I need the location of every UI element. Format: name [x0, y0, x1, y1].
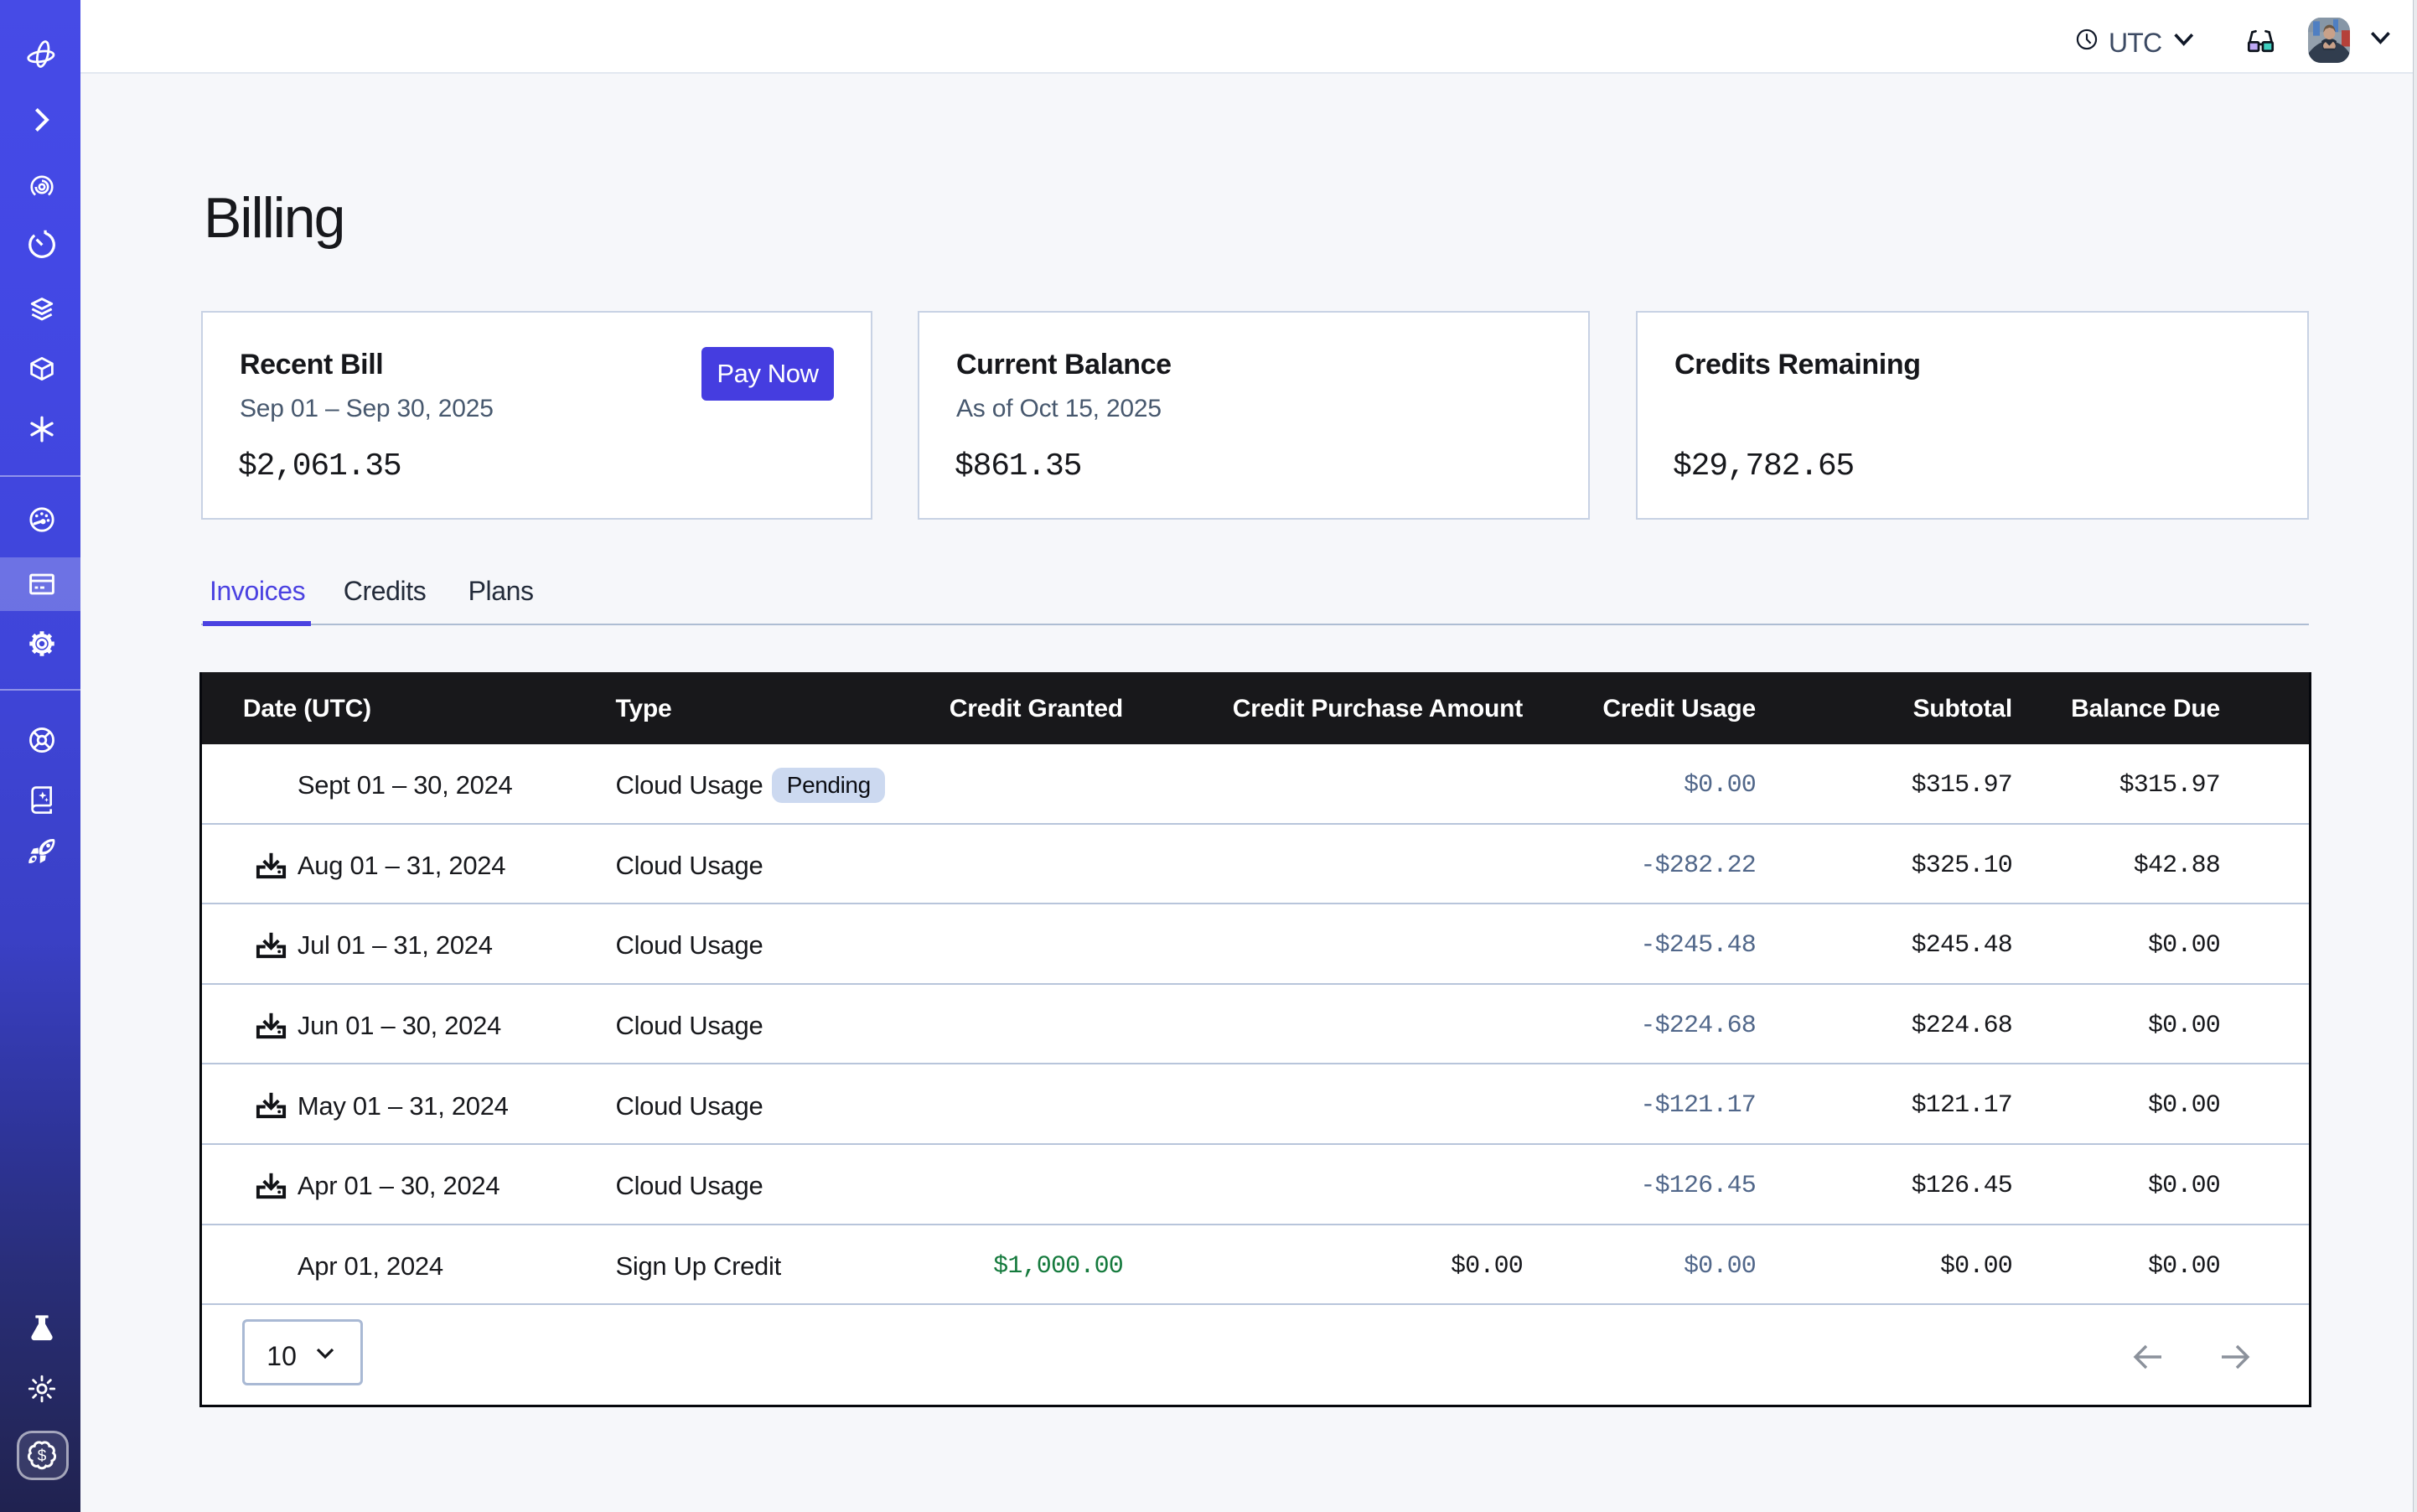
svg-text:$: $ [37, 1447, 46, 1465]
